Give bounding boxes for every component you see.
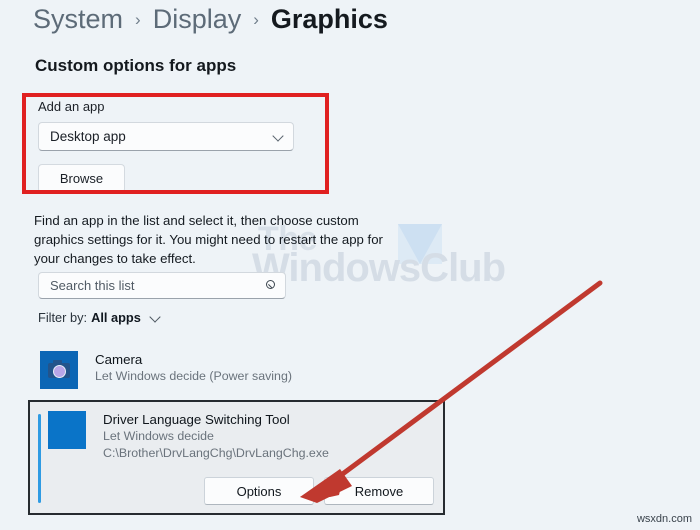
app-subtitle: Let Windows decide (Power saving): [95, 369, 292, 383]
selected-app-text: Driver Language Switching Tool Let Windo…: [103, 411, 329, 462]
breadcrumb-separator: ›: [253, 10, 259, 29]
app-path: C:\Brother\DrvLangChg\DrvLangChg.exe: [103, 446, 329, 460]
breadcrumb-item-system[interactable]: System: [33, 4, 123, 35]
card-actions: Options Remove: [204, 477, 434, 505]
search-icon[interactable]: [264, 279, 278, 293]
filter-by-dropdown[interactable]: Filter by: All apps: [38, 310, 162, 325]
app-name: Camera: [95, 352, 143, 367]
breadcrumb-separator: ›: [135, 10, 141, 29]
app-type-dropdown[interactable]: Desktop app: [38, 122, 294, 151]
selected-app-card[interactable]: Driver Language Switching Tool Let Windo…: [28, 400, 445, 515]
site-credit: wsxdn.com: [636, 513, 692, 525]
chevron-down-icon: [273, 131, 284, 142]
search-input[interactable]: [50, 278, 264, 293]
app-name: Driver Language Switching Tool: [103, 412, 290, 427]
app-subtitle: Let Windows decide: [103, 429, 214, 443]
browse-button[interactable]: Browse: [38, 164, 125, 193]
remove-button[interactable]: Remove: [324, 477, 434, 505]
breadcrumb: System › Display › Graphics: [33, 4, 388, 35]
app-type-selected-value: Desktop app: [50, 129, 126, 144]
list-item-text: Camera Let Windows decide (Power saving): [95, 351, 292, 385]
add-an-app-group: Add an app Desktop app Browse: [28, 99, 324, 193]
selected-app-row: Driver Language Switching Tool Let Windo…: [48, 411, 329, 462]
page-title: Custom options for apps: [35, 56, 237, 75]
options-button[interactable]: Options: [204, 477, 314, 505]
filter-by-label: Filter by:: [38, 310, 88, 325]
description-text: Find an app in the list and select it, t…: [34, 213, 383, 266]
add-an-app-label: Add an app: [38, 99, 105, 114]
filter-by-value: All apps: [91, 310, 141, 325]
list-item[interactable]: Camera Let Windows decide (Power saving): [40, 351, 292, 389]
selection-accent-bar: [38, 414, 41, 503]
camera-icon: [40, 351, 78, 389]
search-box[interactable]: [38, 272, 286, 299]
breadcrumb-item-display[interactable]: Display: [153, 4, 242, 35]
chevron-down-icon: [150, 312, 162, 324]
app-tile-icon: [48, 411, 86, 449]
breadcrumb-item-graphics: Graphics: [270, 4, 388, 34]
